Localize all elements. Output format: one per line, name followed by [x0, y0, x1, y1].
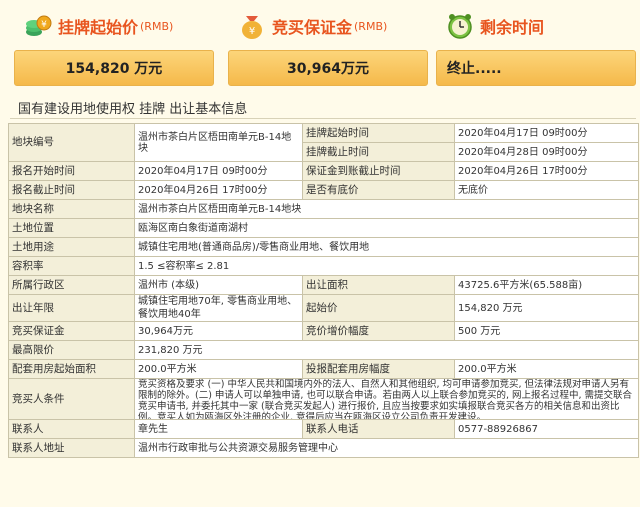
bidder-conditions-text: 竞买资格及要求 (一) 中华人民共和国境内外的法人、自然人和其他组织, 均可申请…: [138, 379, 633, 419]
table-value: 30,964万元: [134, 321, 303, 341]
remaining-time-value: 终止.....: [436, 50, 636, 86]
table-value: 2020年04月26日 17时00分: [134, 180, 303, 200]
starting-price-label: 挂牌起始价: [58, 18, 139, 37]
starting-price-card: ¥ 挂牌起始价 (RMB) 154,820 万元: [14, 6, 214, 86]
table-key: 联系人地址: [8, 438, 135, 458]
remaining-time-label: 剩余时间: [480, 18, 545, 37]
table-key: 保证金到账截止时间: [302, 161, 455, 181]
table-key: 出让年限: [8, 294, 135, 322]
table-key: 土地用途: [8, 237, 135, 257]
table-value: 231,820 万元: [134, 340, 639, 360]
table-key: 最高限价: [8, 340, 135, 360]
table-key: 出让面积: [302, 275, 455, 295]
table-key: 报名截止时间: [8, 180, 135, 200]
table-row: 竞买保证金 30,964万元 竞价增价幅度 500 万元: [8, 321, 639, 341]
table-key: 土地位置: [8, 218, 135, 238]
table-key: 所属行政区: [8, 275, 135, 295]
table-value: 瓯海区南白象街道南湖村: [134, 218, 639, 238]
table-value: 154,820 万元: [454, 294, 639, 322]
table-value: 温州市茶白片区梧田南单元B-14地块: [134, 123, 303, 162]
deposit-unit: (RMB): [354, 19, 388, 33]
table-value: 43725.6平方米(65.588亩): [454, 275, 639, 295]
table-key: 地块编号: [8, 123, 135, 162]
table-row: 地块编号 温州市茶白片区梧田南单元B-14地块 挂牌起始时间 2020年04月1…: [8, 123, 639, 162]
table-row: 容积率 1.5 ≤容积率≤ 2.81: [8, 256, 639, 276]
table-row: 最高限价 231,820 万元: [8, 340, 639, 360]
money-bag-icon: ¥: [238, 12, 266, 40]
deposit-card: ¥ 竞买保证金 (RMB) 30,964万元: [228, 6, 428, 86]
table-row: 出让年限 城镇住宅用地70年, 零售商业用地、 餐饮用地40年 起始价 154,…: [8, 294, 639, 322]
table-value: 无底价: [454, 180, 639, 200]
table-row: 所属行政区 温州市 (本级) 出让面积 43725.6平方米(65.588亩): [8, 275, 639, 295]
table-key: 地块名称: [8, 199, 135, 219]
table-value: 城镇住宅用地(普通商品房)/零售商业用地、餐饮用地: [134, 237, 639, 257]
table-value: 温州市 (本级): [134, 275, 303, 295]
table-key: 投报配套用房幅度: [302, 359, 455, 379]
remaining-time-card: 剩余时间 终止.....: [436, 6, 636, 86]
starting-price-value: 154,820 万元: [14, 50, 214, 86]
svg-text:¥: ¥: [249, 26, 255, 37]
table-value: 1.5 ≤容积率≤ 2.81: [134, 256, 639, 276]
divider: [10, 118, 636, 119]
table-value: 200.0平方米: [454, 359, 639, 379]
price-summary-header: ¥ 挂牌起始价 (RMB) 154,820 万元 ¥ 竞买保证金 (RMB) 3…: [0, 0, 640, 92]
auction-info-table: 地块编号 温州市茶白片区梧田南单元B-14地块 挂牌起始时间 2020年04月1…: [8, 123, 639, 458]
table-key: 报名开始时间: [8, 161, 135, 181]
table-row: 报名开始时间 2020年04月17日 09时00分 保证金到账截止时间 2020…: [8, 161, 639, 181]
table-key: 挂牌截止时间: [302, 142, 455, 162]
table-key: 是否有底价: [302, 180, 455, 200]
table-key: 联系人: [8, 419, 135, 439]
table-key: 挂牌起始时间: [302, 123, 455, 143]
table-value: 温州市行政审批与公共资源交易服务管理中心: [134, 438, 639, 458]
deposit-value: 30,964万元: [228, 50, 428, 86]
table-key: 联系人电话: [302, 419, 455, 439]
table-row: 报名截止时间 2020年04月26日 17时00分 是否有底价 无底价: [8, 180, 639, 200]
table-value: 章先生: [134, 419, 303, 439]
table-row: 地块名称 温州市茶白片区梧田南单元B-14地块: [8, 199, 639, 219]
svg-text:¥: ¥: [41, 20, 47, 30]
table-value: 500 万元: [454, 321, 639, 341]
table-key: 配套用房起始面积: [8, 359, 135, 379]
table-value: 城镇住宅用地70年, 零售商业用地、 餐饮用地40年: [134, 294, 303, 322]
table-row: 土地位置 瓯海区南白象街道南湖村: [8, 218, 639, 238]
table-key: 容积率: [8, 256, 135, 276]
table-value-line: 餐饮用地40年: [138, 309, 201, 320]
table-key: 起始价: [302, 294, 455, 322]
table-row: 竞买人条件 竞买资格及要求 (一) 中华人民共和国境内外的法人、自然人和其他组织…: [8, 378, 639, 420]
table-value: 2020年04月17日 09时00分: [134, 161, 303, 181]
table-value: 2020年04月28日 09时00分: [454, 142, 639, 162]
table-value: 2020年04月17日 09时00分: [454, 123, 639, 143]
section-heading: 国有建设用地使用权 挂牌 出让基本信息: [18, 102, 248, 117]
table-key: 竞买人条件: [8, 378, 135, 420]
table-value: 2020年04月26日 17时00分: [454, 161, 639, 181]
bidder-conditions-cell[interactable]: 竞买资格及要求 (一) 中华人民共和国境内外的法人、自然人和其他组织, 均可申请…: [134, 378, 639, 420]
table-key: 竞价增价幅度: [302, 321, 455, 341]
alarm-clock-icon: [446, 12, 474, 40]
starting-price-unit: (RMB): [140, 19, 174, 33]
table-value: 0577-88926867: [454, 419, 639, 439]
table-row: 配套用房起始面积 200.0平方米 投报配套用房幅度 200.0平方米: [8, 359, 639, 379]
table-key: 竞买保证金: [8, 321, 135, 341]
table-value: 温州市茶白片区梧田南单元B-14地块: [134, 199, 639, 219]
table-value: 200.0平方米: [134, 359, 303, 379]
table-row: 联系人 章先生 联系人电话 0577-88926867: [8, 419, 639, 439]
table-value-line: 城镇住宅用地70年, 零售商业用地、: [138, 296, 298, 307]
table-row: 土地用途 城镇住宅用地(普通商品房)/零售商业用地、餐饮用地: [8, 237, 639, 257]
coin-stack-icon: ¥: [24, 12, 52, 40]
table-row: 联系人地址 温州市行政审批与公共资源交易服务管理中心: [8, 438, 639, 458]
deposit-label: 竞买保证金: [272, 18, 353, 37]
